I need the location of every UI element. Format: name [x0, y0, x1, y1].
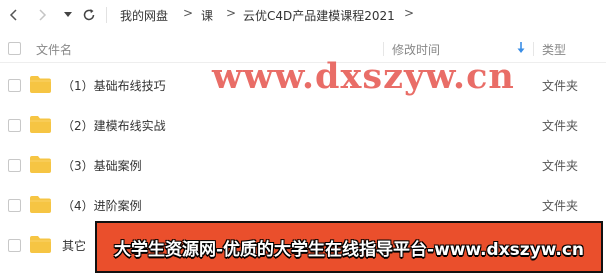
- folder-icon: [30, 76, 51, 93]
- row-checkbox[interactable]: [8, 79, 21, 92]
- breadcrumb-separator: >: [226, 6, 237, 20]
- row-checkbox[interactable]: [8, 199, 21, 212]
- column-divider[interactable]: [533, 42, 534, 56]
- file-name[interactable]: （1）基础布线技巧: [62, 77, 166, 94]
- forward-button[interactable]: [34, 6, 50, 24]
- refresh-icon: [83, 9, 95, 21]
- folder-icon: [30, 236, 51, 253]
- select-all-checkbox[interactable]: [8, 42, 21, 55]
- promo-banner-text: 大学生资源网-优质的大学生在线指导平台-www.dxszyw.cn: [113, 239, 585, 260]
- back-button[interactable]: [6, 6, 22, 24]
- breadcrumb-separator: >: [404, 6, 415, 20]
- breadcrumb-item-my-drive[interactable]: 我的网盘: [120, 7, 168, 24]
- row-checkbox[interactable]: [8, 119, 21, 132]
- promo-banner: 大学生资源网-优质的大学生在线指导平台-www.dxszyw.cn: [95, 221, 603, 273]
- list-item[interactable]: （4）进阶案例 文件夹: [0, 185, 606, 225]
- list-item[interactable]: （3）基础案例 文件夹: [0, 145, 606, 185]
- column-divider[interactable]: [383, 42, 384, 56]
- column-header-name[interactable]: 文件名: [36, 41, 72, 58]
- file-type: 文件夹: [542, 199, 579, 213]
- file-type: 文件夹: [542, 79, 579, 93]
- folder-icon: [30, 196, 51, 213]
- folder-icon: [30, 156, 51, 173]
- file-name[interactable]: 其它: [62, 237, 86, 254]
- file-name[interactable]: （3）基础案例: [62, 157, 142, 174]
- file-type: 文件夹: [542, 159, 579, 173]
- caret-down-icon: [64, 12, 72, 17]
- watermark-text: www.dxszyw.cn: [212, 56, 515, 97]
- row-checkbox[interactable]: [8, 239, 21, 252]
- row-checkbox[interactable]: [8, 159, 21, 172]
- chevron-right-icon: [39, 9, 47, 21]
- breadcrumb-item-course[interactable]: 课: [201, 7, 213, 24]
- file-name[interactable]: （2）建模布线实战: [62, 117, 166, 134]
- folder-icon: [30, 116, 51, 133]
- list-item[interactable]: （2）建模布线实战 文件夹: [0, 105, 606, 145]
- toolbar: 我的网盘 > 课 > 云优C4D产品建模课程2021 >: [0, 0, 606, 30]
- chevron-left-icon: [9, 9, 17, 21]
- file-name[interactable]: （4）进阶案例: [62, 197, 142, 214]
- toolbar-divider: [106, 7, 107, 23]
- file-type: 文件夹: [542, 119, 579, 133]
- history-dropdown-button[interactable]: [62, 6, 74, 24]
- breadcrumb-item-current-folder[interactable]: 云优C4D产品建模课程2021: [243, 7, 395, 24]
- refresh-button[interactable]: [80, 6, 98, 24]
- column-header-type[interactable]: 类型: [542, 41, 566, 58]
- breadcrumb-separator: >: [183, 6, 194, 20]
- sort-down-arrow-icon[interactable]: [517, 42, 525, 57]
